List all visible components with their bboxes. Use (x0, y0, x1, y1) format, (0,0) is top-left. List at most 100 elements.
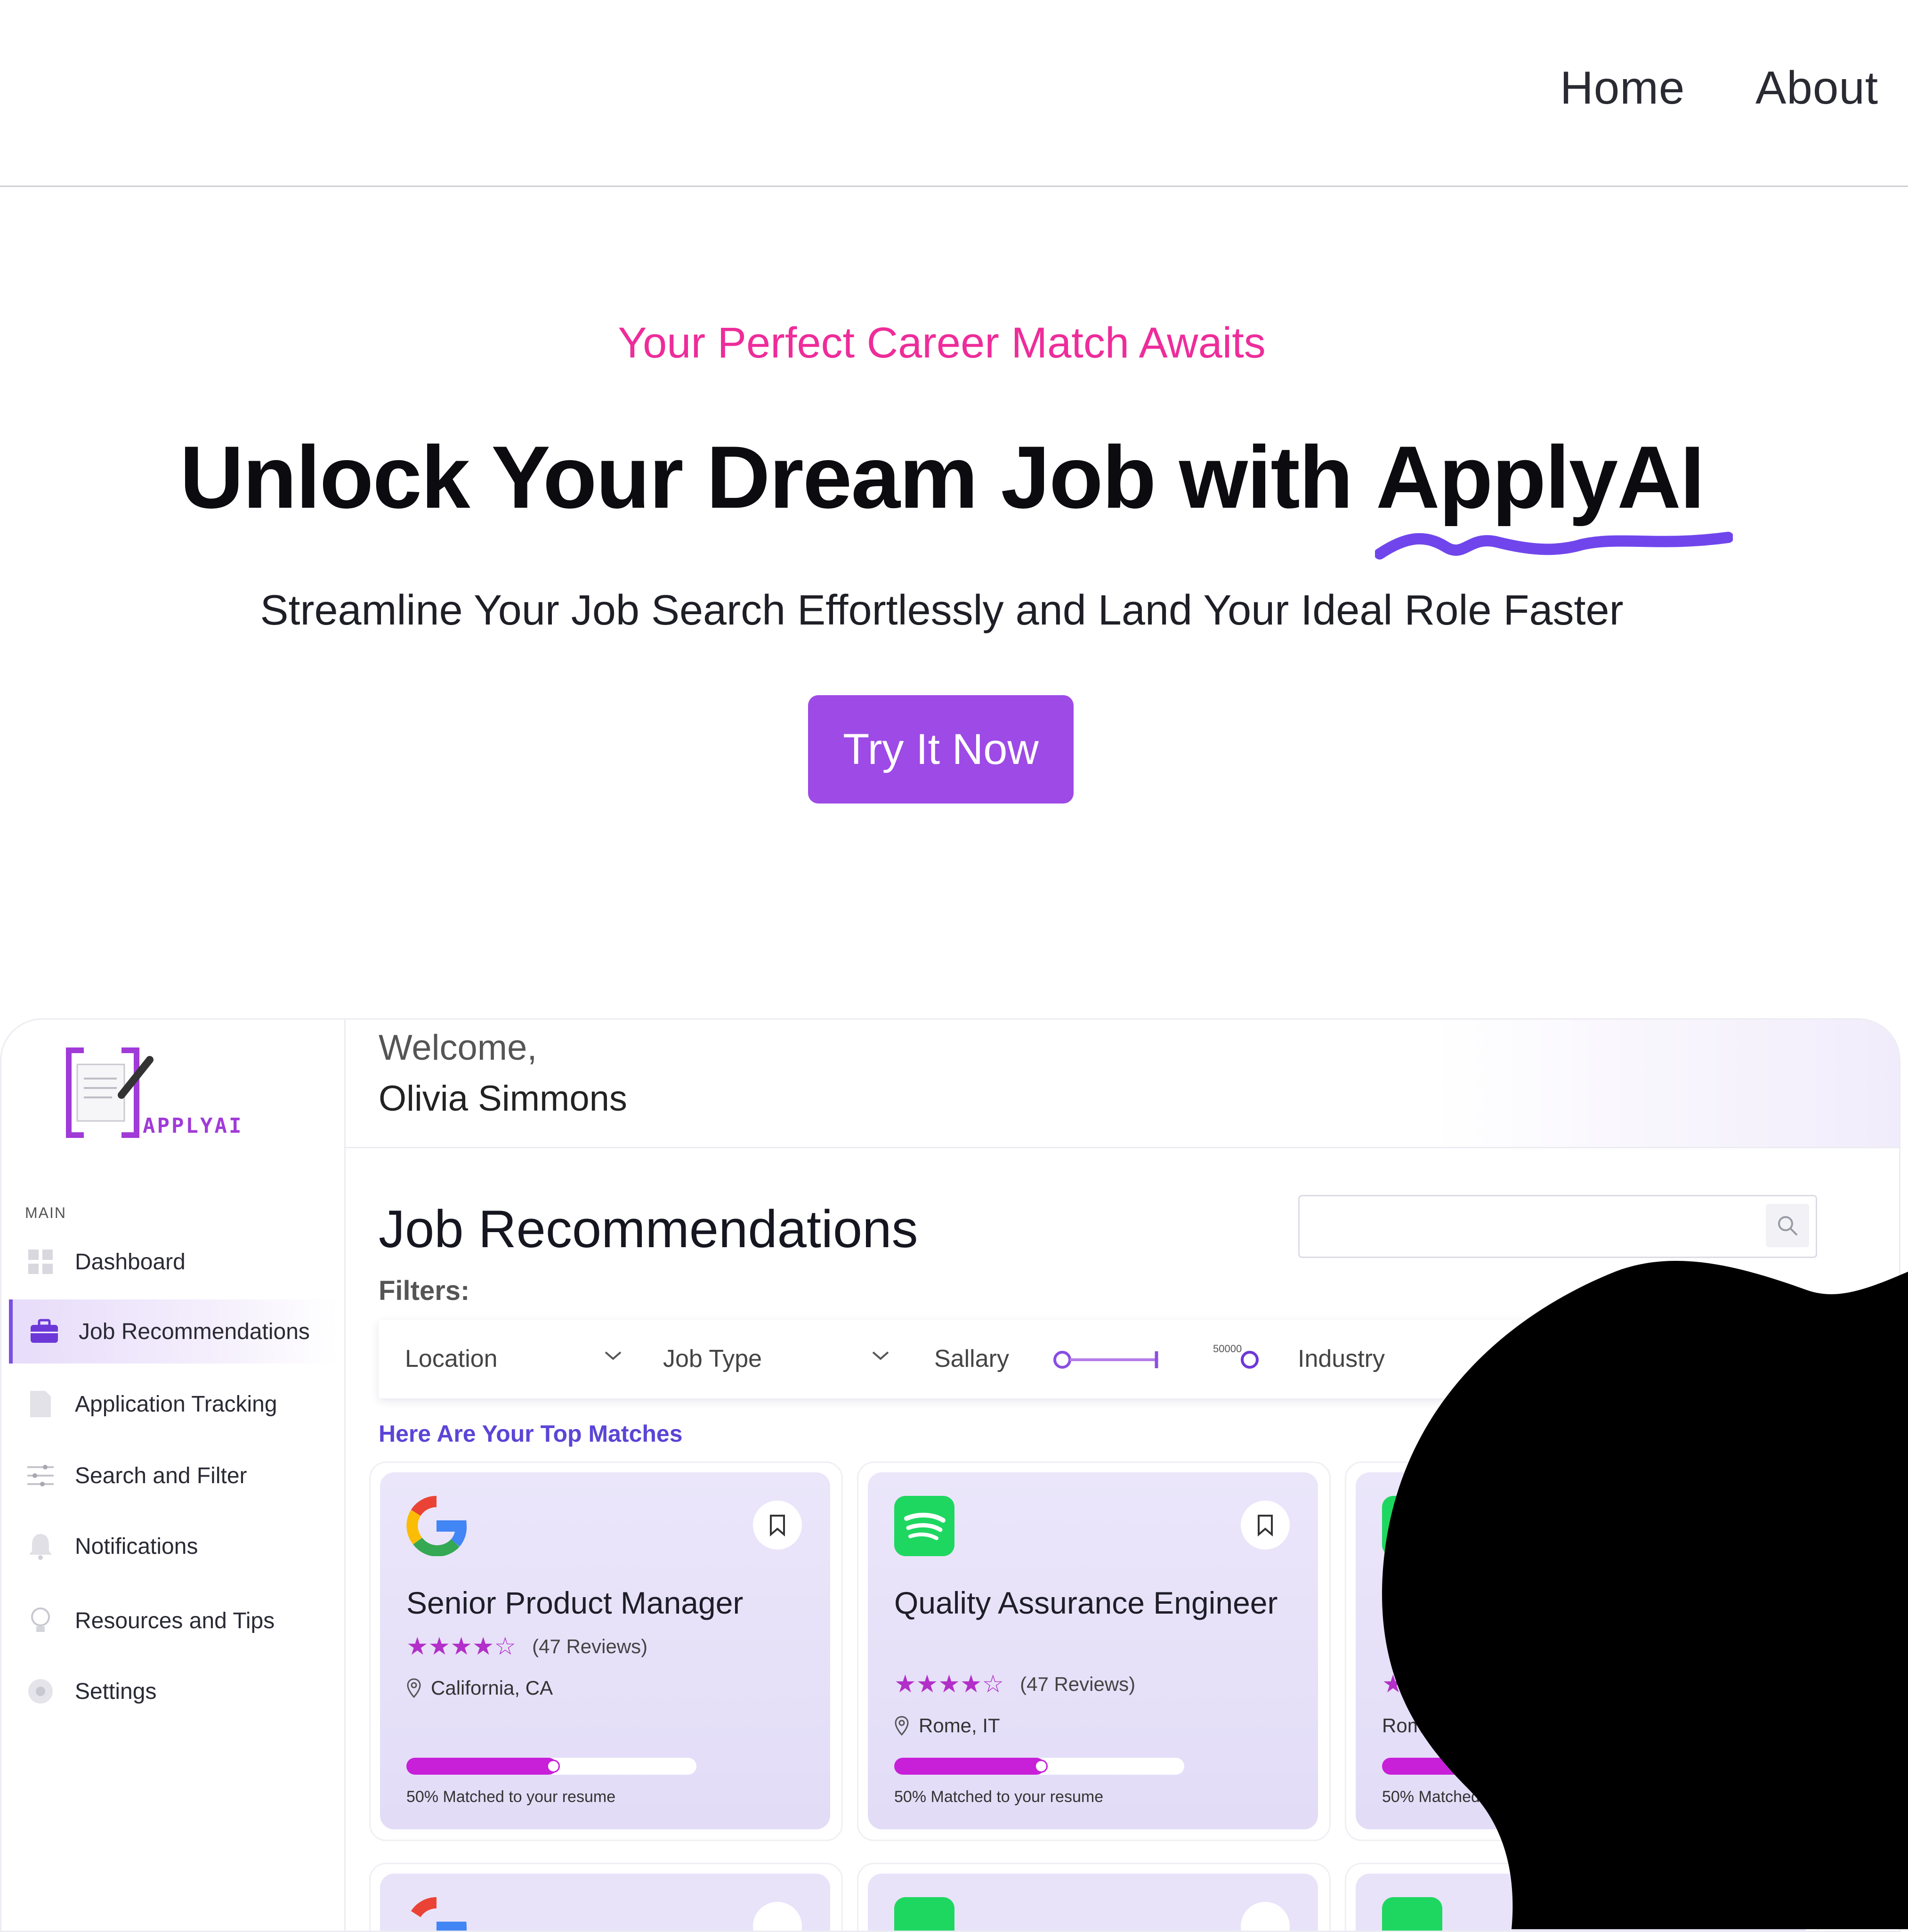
job-card-inner: Senior Product Manager ★★★★☆ (47 Reviews)… (380, 1472, 830, 1829)
job-type-filter[interactable]: Job Type (663, 1345, 762, 1373)
job-card-inner: Quality Assurance Engineer ★★★★☆ (47 Revi… (868, 1472, 1318, 1829)
google-icon (411, 1897, 467, 1931)
welcome-text: Welcome, (379, 1028, 537, 1068)
hero-title-main: Unlock Your Dream Job with (179, 428, 1376, 527)
chevron-down-icon[interactable] (871, 1348, 890, 1363)
job-card[interactable]: Senior Product Manager ★★★★☆ (47 Reviews)… (369, 1461, 843, 1841)
match-progress-bar (406, 1758, 696, 1775)
hero-title: Unlock Your Dream Job with ApplyAI (0, 426, 1884, 528)
nav-home-link[interactable]: Home (1560, 61, 1685, 114)
match-text: 50% Matched to your resume (406, 1788, 616, 1806)
nav-about-link[interactable]: About (1755, 61, 1878, 114)
sliders-icon (26, 1461, 55, 1490)
sidebar-item-notifications[interactable]: Notifications (9, 1514, 334, 1578)
location-pin-icon (895, 1716, 909, 1736)
sidebar-item-label: Resources and Tips (75, 1608, 275, 1633)
grid-icon (26, 1247, 55, 1276)
job-location: California, CA (406, 1677, 553, 1699)
location-pin-icon (407, 1678, 421, 1698)
sidebar-item-dashboard[interactable]: Dashboard (9, 1230, 334, 1294)
match-progress-fill (1382, 1758, 1533, 1775)
job-title: Quality Assurance Engineer (894, 1585, 1278, 1620)
sidebar: APPLYAI MAIN Dashboard Job Recommendatio… (1, 1020, 346, 1931)
filter-bar: Location Job Type Sallary 50000 Industry (379, 1320, 1744, 1398)
sidebar-item-label: Search and Filter (75, 1463, 247, 1488)
spotify-icon (894, 1496, 954, 1556)
google-icon (406, 1496, 467, 1556)
page-title: Job Recommendations (379, 1200, 918, 1258)
filters-label: Filters: (379, 1275, 470, 1306)
job-card-row2[interactable] (1345, 1863, 1819, 1931)
sidebar-item-label: Dashboard (75, 1249, 186, 1274)
job-card-row2[interactable] (857, 1863, 1331, 1931)
industry-filter[interactable]: Industry (1298, 1345, 1385, 1373)
hero-title-brand: ApplyAI (1375, 428, 1705, 527)
hero-subtitle: Streamline Your Job Search Effortlessly … (260, 587, 1624, 634)
review-count: (47 Reviews) (1508, 1673, 1624, 1695)
job-location: Rome, IT (894, 1714, 1000, 1737)
match-text: 50% Matched to your resume (1382, 1788, 1592, 1806)
welcome-header: Welcome, Olivia Simmons (346, 1020, 1899, 1148)
sidebar-item-label: Application Tracking (75, 1391, 277, 1417)
job-title: Quality Assurance Engineer (1382, 1585, 1766, 1620)
chevron-down-icon[interactable] (604, 1348, 623, 1363)
logo-text: APPLYAI (143, 1114, 243, 1138)
top-navbar: Home About (0, 0, 1908, 187)
job-card-inner: Quality Assurance Engineer ★★★★☆ (47 Revi… (1356, 1472, 1806, 1829)
spotify-icon (1382, 1496, 1442, 1556)
lightbulb-icon (26, 1606, 55, 1635)
search-icon[interactable] (1766, 1204, 1809, 1247)
squiggle-underline (1375, 532, 1733, 560)
job-card[interactable]: Quality Assurance Engineer ★★★★☆ (47 Revi… (857, 1461, 1331, 1841)
sidebar-item-label: Settings (75, 1679, 157, 1704)
sidebar-item-label: Job Recommendations (79, 1319, 310, 1344)
star-rating-icons: ★★★★☆ (894, 1671, 1004, 1698)
sidebar-section-label: MAIN (25, 1204, 66, 1221)
match-progress-knob (547, 1760, 560, 1773)
match-progress-knob (1035, 1760, 1048, 1773)
job-location: Rome, IT (1382, 1714, 1463, 1737)
match-progress-bar (1382, 1758, 1672, 1775)
document-icon (26, 1389, 55, 1419)
match-progress-fill (894, 1758, 1045, 1775)
bookmark-icon[interactable] (1241, 1902, 1290, 1931)
bookmark-icon[interactable] (753, 1902, 802, 1931)
sidebar-item-settings[interactable]: Settings (9, 1659, 334, 1723)
sidebar-item-search-filter[interactable]: Search and Filter (9, 1444, 334, 1508)
job-card-row2[interactable] (369, 1863, 843, 1931)
rating: ★★★★☆ (47 Reviews) (406, 1632, 647, 1661)
bookmark-icon[interactable] (753, 1501, 802, 1550)
salary-filter-label: Sallary (934, 1345, 1009, 1372)
star-rating-icons: ★★★★☆ (406, 1633, 517, 1660)
search-input[interactable] (1298, 1195, 1817, 1258)
match-progress-fill (406, 1758, 557, 1775)
try-it-now-button[interactable]: Try It Now (808, 695, 1074, 804)
app-preview: APPLYAI MAIN Dashboard Job Recommendatio… (0, 1018, 1900, 1932)
review-count: (47 Reviews) (532, 1635, 648, 1657)
sidebar-item-application-tracking[interactable]: Application Tracking (9, 1372, 334, 1436)
user-name: Olivia Simmons (379, 1079, 627, 1119)
location-filter[interactable]: Location (405, 1345, 498, 1373)
review-count: (47 Reviews) (1020, 1673, 1136, 1695)
salary-max-label: 50000 (1213, 1343, 1242, 1355)
bell-icon (26, 1532, 55, 1561)
location-text: Rome, IT (919, 1714, 1000, 1737)
sidebar-item-job-recommendations[interactable]: Job Recommendations (9, 1299, 338, 1364)
job-title: Senior Product Manager (406, 1585, 744, 1620)
briefcase-icon (30, 1317, 59, 1346)
sidebar-item-resources[interactable]: Resources and Tips (9, 1589, 334, 1653)
top-matches-heading: Here Are Your Top Matches (379, 1421, 683, 1447)
rating: ★★★★☆ (47 Reviews) (894, 1670, 1135, 1698)
main-panel: Welcome, Olivia Simmons Job Recommendati… (346, 1020, 1899, 1931)
location-text: Rome, IT (1382, 1714, 1463, 1737)
job-card[interactable]: Quality Assurance Engineer ★★★★☆ (47 Revi… (1345, 1461, 1819, 1841)
match-text: 50% Matched to your resume (894, 1788, 1104, 1806)
location-text: California, CA (431, 1677, 553, 1699)
star-rating-icons: ★★★★☆ (1382, 1671, 1492, 1698)
bookmark-icon[interactable] (1241, 1501, 1290, 1550)
hero-eyebrow: Your Perfect Career Match Awaits (618, 319, 1266, 367)
spotify-icon (1382, 1897, 1442, 1931)
job-card-inner (380, 1874, 830, 1931)
salary-range-slider[interactable] (1052, 1342, 1283, 1380)
rating: ★★★★☆ (47 Reviews) (1382, 1670, 1623, 1698)
